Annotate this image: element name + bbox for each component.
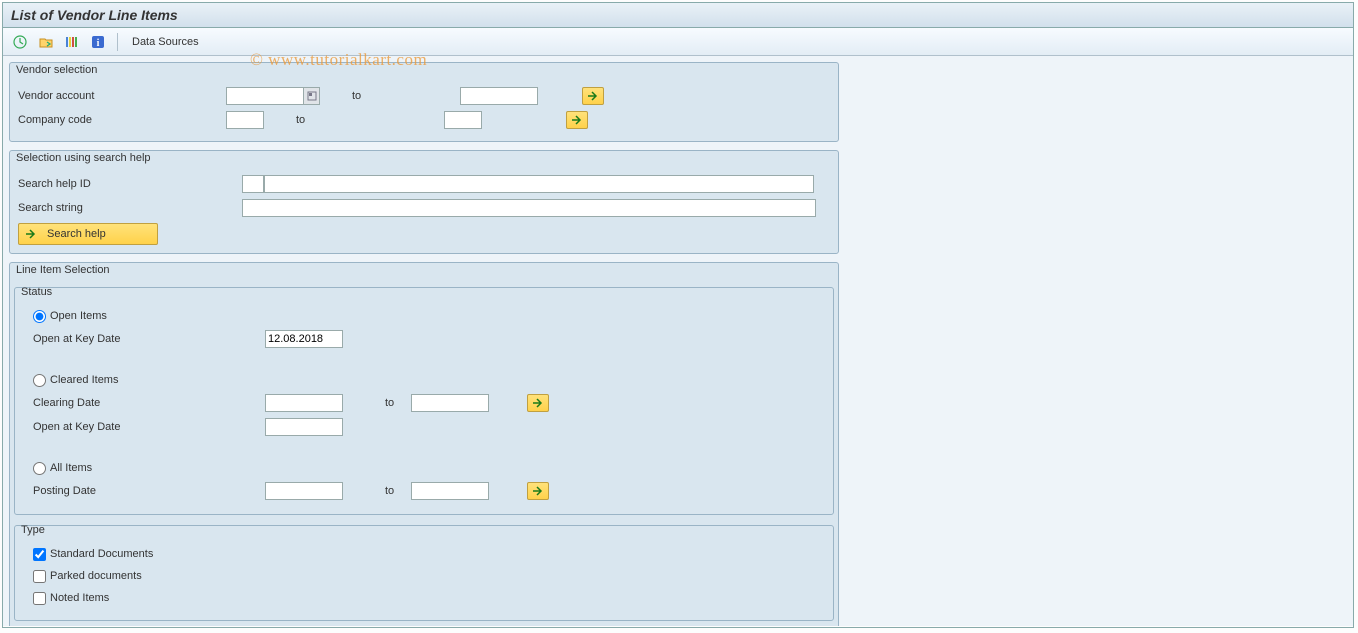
info-button[interactable]: i bbox=[87, 32, 109, 52]
open-key-date-label: Open at Key Date bbox=[33, 333, 225, 345]
company-multiple-selection-button[interactable] bbox=[566, 111, 588, 129]
vendor-account-from-input[interactable] bbox=[226, 87, 304, 105]
vendor-selection-title: Vendor selection bbox=[10, 61, 838, 79]
execute-button[interactable] bbox=[9, 32, 31, 52]
search-help-title: Selection using search help bbox=[10, 149, 838, 167]
company-code-from-input[interactable] bbox=[226, 111, 264, 129]
search-string-input[interactable] bbox=[242, 199, 816, 217]
search-help-panel: Selection using search help Search help … bbox=[9, 150, 839, 254]
arrow-right-icon bbox=[25, 229, 37, 239]
search-help-id-label: Search help ID bbox=[16, 178, 242, 190]
main-scroll-area[interactable]: Vendor selection Vendor account to Compa… bbox=[3, 56, 1353, 626]
clearing-date-label: Clearing Date bbox=[33, 397, 225, 409]
open-key-date2-input[interactable] bbox=[265, 418, 343, 436]
standard-docs-label: Standard Documents bbox=[50, 548, 153, 560]
vendor-selection-panel: Vendor selection Vendor account to Compa… bbox=[9, 62, 839, 142]
status-group-title: Status bbox=[15, 286, 833, 298]
line-item-selection-panel: Line Item Selection Status Open Items Op… bbox=[9, 262, 839, 626]
svg-text:i: i bbox=[97, 38, 100, 49]
open-items-label: Open Items bbox=[50, 310, 107, 322]
data-sources-button[interactable]: Data Sources bbox=[132, 36, 199, 48]
vendor-multiple-selection-button[interactable] bbox=[582, 87, 604, 105]
arrow-right-icon bbox=[532, 398, 544, 408]
vendor-account-label: Vendor account bbox=[16, 90, 226, 102]
vendor-to-label: to bbox=[320, 90, 460, 102]
company-to-label: to bbox=[264, 114, 444, 126]
open-key-date2-label: Open at Key Date bbox=[33, 421, 225, 433]
clearing-multiple-selection-button[interactable] bbox=[527, 394, 549, 412]
clearing-date-from-input[interactable] bbox=[265, 394, 343, 412]
search-help-id-input[interactable] bbox=[264, 175, 814, 193]
clearing-to-label: to bbox=[343, 397, 411, 409]
clock-execute-icon bbox=[13, 35, 27, 49]
open-items-radio[interactable] bbox=[33, 310, 46, 323]
search-string-label: Search string bbox=[16, 202, 242, 214]
search-help-button[interactable]: Search help bbox=[18, 223, 158, 245]
search-help-id-short-input[interactable] bbox=[242, 175, 264, 193]
info-icon: i bbox=[91, 35, 105, 49]
posting-date-to-input[interactable] bbox=[411, 482, 489, 500]
posting-date-from-input[interactable] bbox=[265, 482, 343, 500]
parked-docs-label: Parked documents bbox=[50, 570, 142, 582]
status-group: Status Open Items Open at Key Date C bbox=[14, 287, 834, 515]
type-group-title: Type bbox=[15, 524, 833, 536]
search-help-button-label: Search help bbox=[47, 228, 106, 240]
all-items-label: All Items bbox=[50, 462, 92, 474]
clearing-date-to-input[interactable] bbox=[411, 394, 489, 412]
standard-docs-checkbox[interactable] bbox=[33, 548, 46, 561]
color-bars-icon bbox=[65, 35, 79, 49]
company-code-label: Company code bbox=[16, 114, 226, 126]
parked-docs-checkbox[interactable] bbox=[33, 570, 46, 583]
posting-date-label: Posting Date bbox=[33, 485, 225, 497]
get-variant-button[interactable] bbox=[35, 32, 57, 52]
arrow-right-icon bbox=[532, 486, 544, 496]
f4-icon bbox=[307, 91, 317, 101]
posting-to-label: to bbox=[343, 485, 411, 497]
vendor-account-f4-button[interactable] bbox=[304, 87, 320, 105]
arrow-right-icon bbox=[587, 91, 599, 101]
noted-items-checkbox[interactable] bbox=[33, 592, 46, 605]
cleared-items-label: Cleared Items bbox=[50, 374, 118, 386]
toolbar-separator bbox=[117, 33, 118, 51]
company-code-to-input[interactable] bbox=[444, 111, 482, 129]
line-item-selection-title: Line Item Selection bbox=[10, 261, 838, 279]
cleared-items-radio[interactable] bbox=[33, 374, 46, 387]
type-group: Type Standard Documents Parked documents… bbox=[14, 525, 834, 621]
posting-multiple-selection-button[interactable] bbox=[527, 482, 549, 500]
page-title: List of Vendor Line Items bbox=[3, 3, 1353, 28]
open-key-date-input[interactable] bbox=[265, 330, 343, 348]
dynamic-selections-button[interactable] bbox=[61, 32, 83, 52]
arrow-right-icon bbox=[571, 115, 583, 125]
all-items-radio[interactable] bbox=[33, 462, 46, 475]
application-toolbar: i Data Sources bbox=[3, 28, 1353, 56]
vendor-account-to-input[interactable] bbox=[460, 87, 538, 105]
noted-items-label: Noted Items bbox=[50, 592, 109, 604]
folder-out-icon bbox=[39, 35, 53, 49]
